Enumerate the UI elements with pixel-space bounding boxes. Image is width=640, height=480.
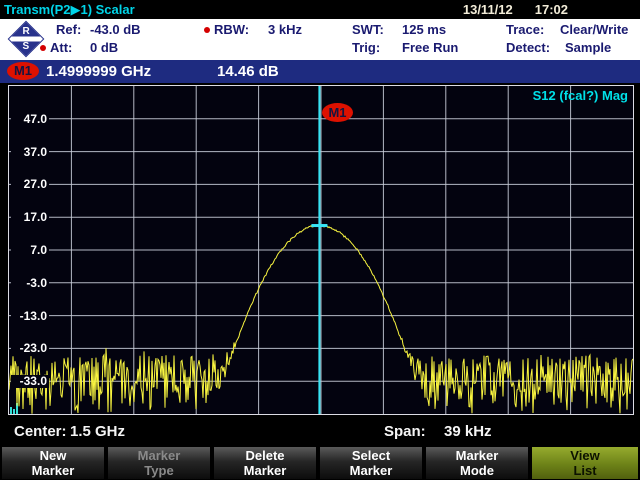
y-axis-tick-label: -23.0 — [11, 342, 49, 355]
marker-level: 14.46 dB — [217, 63, 279, 80]
softkey-marker-type[interactable]: MarkerType — [108, 447, 210, 479]
rs-logo-letter-s: S — [23, 41, 30, 52]
trace-name-label: S12 (fcal?) Mag — [533, 88, 628, 103]
rs-logo-diamond: R S — [8, 21, 45, 58]
y-axis-tick-label: -3.0 — [11, 277, 49, 290]
date-label: 13/11/12 — [463, 2, 513, 17]
att-label: Att: — [50, 40, 72, 55]
measurement-title: Transm(P2▶1) Scalar — [4, 2, 135, 18]
y-axis-tick-label: 7.0 — [11, 244, 49, 257]
marker-readout-bar: M1 1.4999999 GHz 14.46 dB — [0, 60, 640, 83]
detect-value: Sample — [565, 40, 611, 55]
y-axis-tick-label: -13.0 — [11, 310, 49, 323]
time-label: 17:02 — [535, 2, 568, 17]
rbw-label: RBW: — [214, 22, 249, 37]
ref-label: Ref: — [56, 22, 81, 37]
att-coupled-indicator — [40, 45, 46, 51]
rs-logo-letter-r: R — [22, 26, 29, 37]
datetime: 13/11/12 17:02 — [463, 2, 568, 17]
title-bar: Transm(P2▶1) Scalar 13/11/12 17:02 — [0, 0, 640, 19]
marker-line[interactable] — [318, 86, 320, 414]
graticule-svg — [9, 86, 633, 414]
softkey-marker-mode[interactable]: MarkerMode — [426, 447, 528, 479]
rs-logo: R S — [7, 20, 45, 58]
y-axis-tick-label: 37.0 — [11, 146, 49, 159]
softkey-new-marker[interactable]: NewMarker — [2, 447, 104, 479]
trace-mode-value: Clear/Write — [560, 22, 628, 37]
marker-m1-flag[interactable]: M1 — [322, 103, 353, 122]
trace-mode-label: Trace: — [506, 22, 544, 37]
swt-value: 125 ms — [402, 22, 446, 37]
detect-label: Detect: — [506, 40, 550, 55]
softkey-select-marker[interactable]: SelectMarker — [320, 447, 422, 479]
swt-label: SWT: — [352, 22, 384, 37]
softkey-view-list[interactable]: ViewList — [532, 447, 638, 479]
analyzer-screen: Transm(P2▶1) Scalar 13/11/12 17:02 R S R… — [0, 0, 640, 480]
center-freq-label: Center: — [14, 423, 67, 440]
softkey-delete-marker[interactable]: DeleteMarker — [214, 447, 316, 479]
span-value: 39 kHz — [444, 423, 492, 440]
marker-frequency: 1.4999999 GHz — [46, 63, 151, 80]
settings-header: R S Ref: -43.0 dB RBW: 3 kHz SWT: 125 ms… — [0, 19, 640, 60]
y-axis-tick-label: 27.0 — [11, 178, 49, 191]
trace-display: S12 (fcal?) Mag M1 47.0 37.0 27.0 17.0 7.0 -3… — [8, 85, 634, 415]
trig-label: Trig: — [352, 40, 380, 55]
ref-value: -43.0 dB — [90, 22, 141, 37]
y-axis-tick-label: 17.0 — [11, 211, 49, 224]
rbw-value: 3 kHz — [268, 22, 302, 37]
frequency-status-row: Center: 1.5 GHz Span: 39 kHz — [0, 415, 640, 447]
center-freq-value: 1.5 GHz — [70, 423, 125, 440]
y-axis-tick-label: -33.0 — [11, 375, 49, 388]
softkey-bar: NewMarker MarkerType DeleteMarker Select… — [0, 447, 640, 480]
span-label: Span: — [384, 423, 426, 440]
rbw-coupled-indicator — [204, 27, 210, 33]
trig-value: Free Run — [402, 40, 458, 55]
marker-level-tick — [311, 224, 327, 227]
marker-m1-badge: M1 — [7, 62, 39, 80]
att-value: 0 dB — [90, 40, 118, 55]
y-axis-tick-label: 47.0 — [11, 113, 49, 126]
